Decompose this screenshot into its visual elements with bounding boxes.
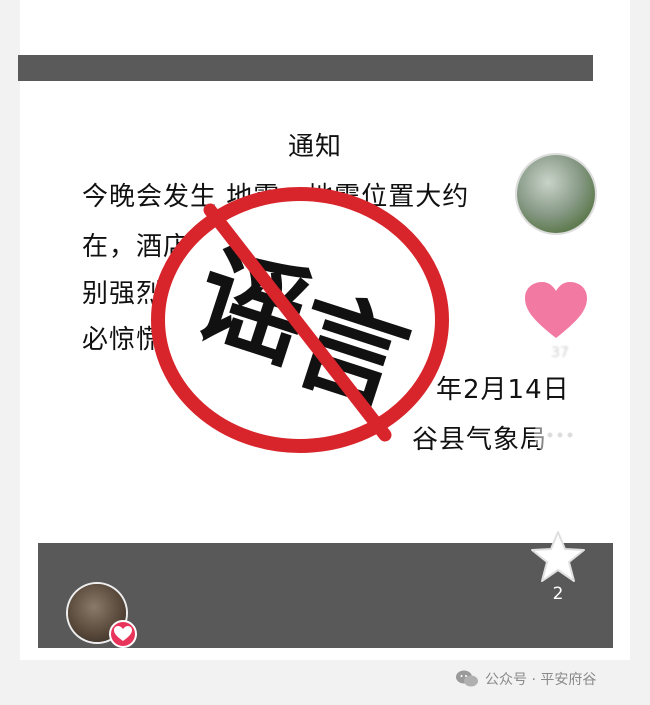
comment-icon[interactable] (530, 405, 590, 489)
notice-date: 年2月14日 (436, 375, 570, 405)
heart-icon[interactable] (523, 280, 589, 346)
author-avatar[interactable] (517, 155, 595, 233)
wechat-icon (456, 670, 478, 687)
notice-title: 通知 (288, 132, 343, 162)
video-top-bar (18, 55, 593, 81)
rumor-stamp: 谣 言 (150, 185, 450, 459)
star-icon[interactable] (528, 530, 588, 588)
watermark-label: 公众号 · 平安府谷 (485, 672, 597, 688)
like-count: 37 (551, 345, 569, 361)
follow-button[interactable] (109, 620, 137, 648)
star-count: 2 (552, 584, 564, 604)
watermark: 公众号 · 平安府谷 (455, 669, 596, 689)
heart-icon (114, 626, 132, 641)
